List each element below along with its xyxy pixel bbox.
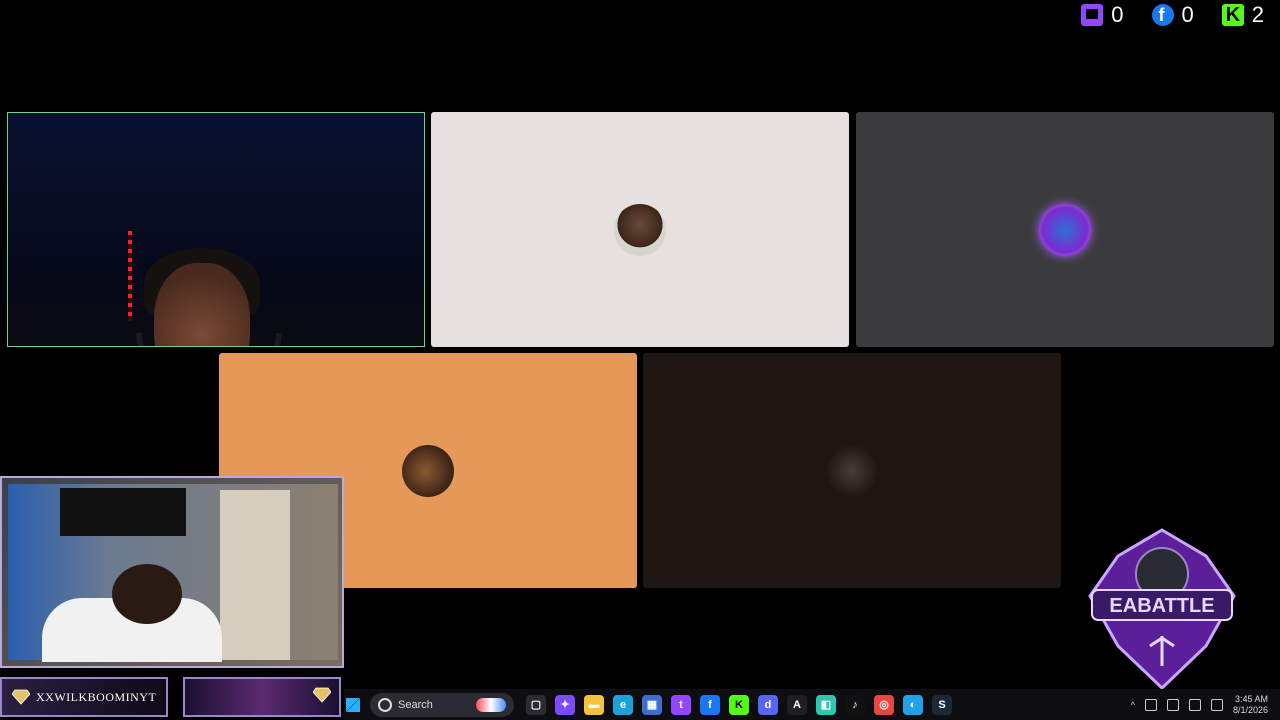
streamer-nameplate: XXWILKBOOMINYT [0,677,168,717]
bluetooth-icon[interactable] [1144,698,1157,711]
participant-tile-5[interactable] [643,353,1061,588]
platform-counters: 0 0 2 [1081,0,1264,30]
twitch-icon[interactable]: t [671,694,691,715]
headset-icon [136,333,282,346]
taskbar: Search ▢ ✦ ▬ e ▦ t f Kd A ◧ ♪ ◎ ◐ S ^ 3:45 AM 8/1/202… [344,689,1280,720]
pinned-apps: ▢ ✦ ▬ e ▦ t f Kd A ◧ ♪ ◎ ◐ S [526,694,952,715]
search-icon [378,697,392,712]
gorilla-logo: EABATTLE [1088,528,1236,691]
diamond-icon [12,689,30,705]
kick-icon [1221,4,1244,27]
streamer-name: XXWILKBOOMINYT [36,689,157,704]
tiktok-live-icon[interactable]: ♪ [845,694,865,715]
twitch-icon [1081,4,1104,26]
webcam-tv [60,488,186,536]
browser-icon[interactable]: ◐ [903,694,923,715]
edge-icon[interactable]: e [613,694,633,715]
facebook-count: 0 [1181,2,1194,27]
clock-time: 3:45 AM [1234,693,1268,704]
overlay-plate [183,677,341,717]
streamer-webcam [0,476,344,668]
twitch-count: 0 [1111,2,1124,27]
file-explorer-icon[interactable]: ▬ [584,694,604,715]
twitch-counter: 0 [1081,2,1124,28]
facebook-counter: 0 [1151,2,1194,28]
participant-tile-3[interactable] [856,112,1274,347]
participant-tile-2[interactable] [431,112,849,347]
participant-avatar [402,444,454,497]
copilot-icon[interactable]: ✦ [555,694,575,715]
app-teal-icon[interactable]: ◧ [816,694,836,715]
participant-avatar [614,203,666,256]
kick-counter: 2 [1221,2,1264,28]
facebook-icon[interactable]: f [700,694,720,715]
webcam-door [220,490,290,660]
microphone-icon[interactable] [1166,698,1179,711]
participant-tile-1[interactable] [7,112,425,347]
participant-avatar [1039,203,1091,256]
led-strip-decor [128,231,132,321]
participant-avatar [826,444,878,497]
logo-text: EABATTLE [1109,595,1214,617]
facebook-icon [1151,4,1174,26]
chevron-up-icon[interactable]: ^ [1131,700,1135,710]
steam-icon[interactable]: S [932,694,952,715]
network-icon[interactable] [1188,698,1201,711]
webcam-person-head [112,564,182,624]
clock-date: 8/1/2026 [1232,704,1268,715]
taskbar-search[interactable]: Search [370,692,514,717]
chrome-icon[interactable]: ◎ [874,694,894,715]
volume-icon[interactable] [1210,698,1223,711]
clock[interactable]: 3:45 AM 8/1/2026 [1233,694,1268,716]
search-label: Search [398,698,433,711]
app-a-icon[interactable]: A [787,694,807,715]
task-view-icon[interactable]: ▢ [526,694,546,715]
start-icon[interactable] [346,697,360,712]
kick-count: 2 [1251,2,1264,27]
diamond-icon [313,687,331,703]
discord-icon[interactable]: d [758,694,778,715]
system-tray: ^ 3:45 AM 8/1/2026 [1131,694,1280,716]
search-highlight-icon [476,697,506,712]
kick-icon[interactable]: K [729,694,749,715]
store-icon[interactable]: ▦ [642,694,662,715]
